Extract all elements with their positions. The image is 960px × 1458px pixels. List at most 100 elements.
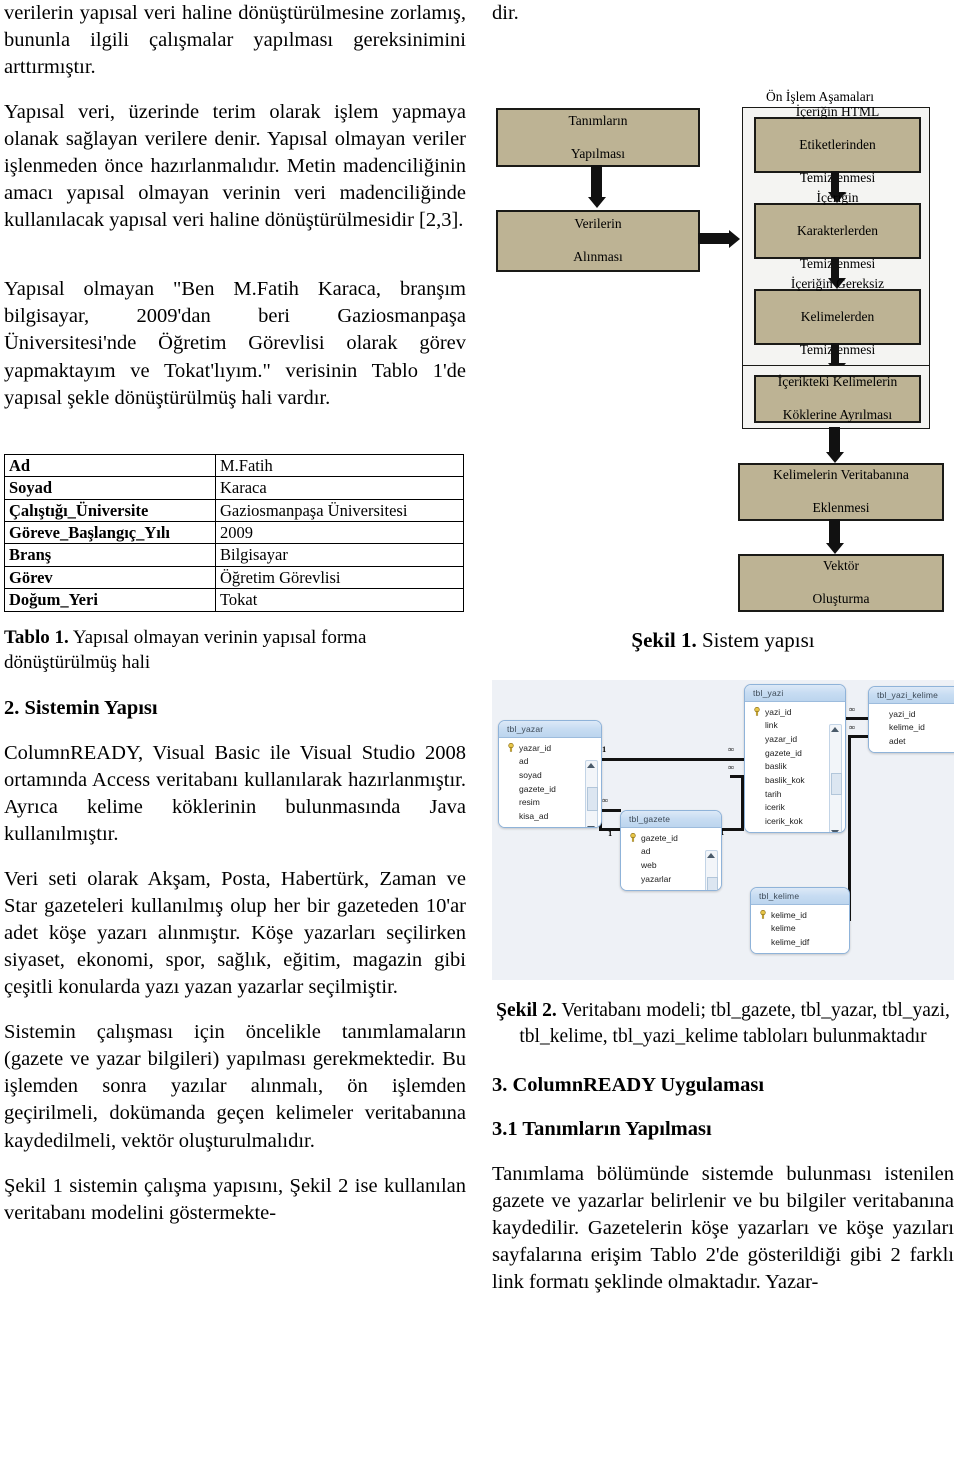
- relation-yazar-gazete-a: [599, 809, 621, 813]
- table-row: Göreve_Başlangıç_Yılı 2009: [4, 521, 464, 545]
- paragraph-right-bottom: Tanımlama bölümünde sistemde bulunması i…: [492, 1163, 954, 1294]
- table-cell-value: Tokat: [215, 588, 464, 612]
- key-icon: [753, 707, 761, 716]
- flow-box-line: Alınması: [573, 249, 623, 265]
- cardinality-label: ∞: [728, 744, 735, 755]
- table-cell-value: M.Fatih: [215, 453, 464, 478]
- arrow-shaft-down-1: [591, 165, 602, 200]
- arrow-shaft-down-6: [829, 519, 840, 546]
- key-icon: [629, 833, 637, 842]
- flow-box-line: Etiketlerinden: [799, 136, 876, 152]
- flow-box-icerigin-gereksiz-kelimelerden-temizlenmesi: İçeriğin Gereksiz Kelimelerden Temizlenm…: [754, 276, 921, 357]
- table-row: Branş Bilgisayar: [4, 543, 464, 567]
- er-table-title: tbl_kelime: [751, 888, 849, 906]
- tablo-1-caption: Tablo 1. Yapısal olmayan verinin yapısal…: [4, 626, 466, 675]
- table-cell-key: Görev: [4, 565, 216, 590]
- table-cell-value: 2009: [215, 521, 464, 545]
- spacer-right-3: [492, 980, 954, 998]
- heading-2-sistemin-yapisi: 2. Sistemin Yapısı: [4, 697, 158, 720]
- left-column: verilerin yapısal veri haline dönüştürül…: [4, 0, 466, 1227]
- flow-box-line: İçeriğin HTML: [795, 103, 880, 119]
- cardinality-label: ∞: [602, 795, 609, 806]
- cardinality-label: ∞: [849, 722, 856, 733]
- er-table-tbl_kelime[interactable]: tbl_kelime kelime_id kelime kelime_idf: [750, 887, 850, 955]
- scroll-up-arrow-icon[interactable]: [707, 853, 715, 859]
- cardinality-label: 1: [602, 744, 607, 755]
- scrollbar-thumb[interactable]: [707, 877, 718, 890]
- table-cell-key: Soyad: [4, 476, 216, 500]
- scroll-down-arrow-icon[interactable]: [587, 826, 595, 828]
- paragraph-4: ColumnREADY, Visual Basic ile Visual Stu…: [4, 741, 466, 846]
- spacer-left-1: [4, 252, 466, 276]
- table-cell-key: Branş: [4, 543, 216, 567]
- flow-box-verilerin-alinmasi: Verilerin Alınması: [496, 210, 700, 273]
- table-cell-key: Ad: [4, 453, 216, 478]
- er-table-tbl_yazi[interactable]: tbl_yazi yazi_id link yazar_id gazete_id basl…: [744, 684, 846, 833]
- sekil-1-caption: Şekil 1. Sistem yapısı: [492, 627, 954, 654]
- table-row: Doğum_Yeri Tokat: [4, 588, 464, 612]
- table-row: Soyad Karaca: [4, 476, 464, 500]
- er-table-title: tbl_yazi: [745, 685, 845, 703]
- scrollbar[interactable]: [705, 850, 718, 890]
- scroll-up-arrow-icon[interactable]: [587, 763, 595, 769]
- right-column: dir. Ön İşlem Aşamaları Tanımların Yapıl…: [492, 0, 954, 1296]
- sekil-1-flowchart: Ön İşlem Aşamaları Tanımların Yapılması …: [492, 45, 954, 613]
- arrow-shaft-down-4: [831, 343, 839, 366]
- paragraph-6: Sistemin çalışması için öncelikle tanıml…: [4, 1021, 466, 1152]
- scrollbar[interactable]: [829, 724, 842, 832]
- arrow-head-down-5: [825, 452, 844, 464]
- paragraph-2: Yapısal veri, üzerinde terim olarak işle…: [4, 101, 466, 232]
- scrollbar[interactable]: [585, 760, 598, 828]
- er-table-tbl_yazi_kelime[interactable]: tbl_yazi_kelime yazi_id kelime_id adet: [868, 686, 954, 754]
- heading-3-columnready-uygulamasi: 3. ColumnREADY Uygulaması: [492, 1073, 765, 1096]
- paragraph-continuation-dir: dir.: [492, 2, 519, 24]
- spacer-left-3: [4, 675, 466, 695]
- scrollbar-thumb[interactable]: [831, 773, 842, 796]
- sekil-1-caption-label: Şekil 1.: [631, 628, 697, 653]
- er-table-title: tbl_gazete: [621, 811, 721, 829]
- flow-box-line: Vektör: [823, 558, 859, 574]
- paragraph-1: verilerin yapısal veri haline dönüştürül…: [4, 2, 466, 79]
- flow-box-line: Kelimelerden: [800, 308, 875, 324]
- spacer-right-2: [492, 654, 954, 680]
- er-field: kelime_idf: [771, 937, 810, 948]
- er-table-tbl_gazete[interactable]: tbl_gazete gazete_id ad web yazarlar: [620, 810, 722, 891]
- flow-box-icerigin-html-etiketlerinden-temizlenmesi: İçeriğin HTML Etiketlerinden Temizlenmes…: [754, 104, 921, 185]
- er-table-fields: yazi_id link yazar_id gazete_id baslik baslik…: [745, 702, 845, 832]
- er-field: yazi_id: [889, 708, 916, 719]
- er-table-fields: kelime_id kelime kelime_idf: [751, 905, 849, 954]
- flow-box-line: Köklerine Ayrılması: [782, 407, 893, 423]
- er-field: gazete_id: [621, 831, 721, 845]
- table-cell-value: Öğretim Görevlisi: [215, 565, 464, 590]
- flow-box-line: Verilerin: [574, 216, 622, 232]
- flow-box-line: Kelimelerin Veritabanına: [773, 467, 909, 483]
- flow-box-line: İçeriğin Gereksiz: [790, 275, 885, 291]
- tablo-1-caption-label: Tablo 1.: [4, 626, 69, 648]
- sekil-2-caption-label: Şekil 2.: [496, 1000, 557, 1022]
- flow-box-line: Tanımların: [568, 112, 628, 128]
- relation-kelime-yazikelime-a: [848, 735, 868, 739]
- flow-box-line: İçeriğin: [816, 189, 859, 205]
- arrow-shaft-down-5: [829, 427, 840, 455]
- scrollbar-thumb[interactable]: [587, 787, 598, 812]
- table-cell-value: Karaca: [215, 476, 464, 500]
- er-field: kelime_id: [751, 908, 849, 922]
- er-table-fields: yazar_id ad soyad gazete_id resim kisa_ad: [499, 738, 601, 828]
- er-table-fields: yazi_id kelime_id adet: [869, 704, 954, 753]
- flow-box-vektor-olusturma: Vektör Oluşturma: [738, 554, 944, 613]
- key-icon: [507, 743, 515, 752]
- flow-box-line: Oluşturma: [812, 591, 870, 607]
- scroll-up-arrow-icon[interactable]: [831, 727, 839, 733]
- er-field: yazar_id: [499, 741, 601, 755]
- flow-box-tanimlarin-yapilmasi: Tanımların Yapılması: [496, 108, 700, 168]
- sekil-2-er-diagram: 1 ∞ ∞ 1 ∞ 1 1 ∞ ∞ 1 tbl_yazaryazar_idads…: [492, 680, 954, 981]
- er-table-tbl_yazar[interactable]: tbl_yazar yazar_id ad soyad gazete_id resim ki…: [498, 720, 602, 829]
- arrow-head-down-1: [587, 197, 606, 209]
- flow-box-kelimelerin-veritabanina-eklenmesi: Kelimelerin Veritabanına Eklenmesi: [738, 463, 944, 522]
- er-field: adet: [889, 736, 906, 747]
- er-field: kelime: [771, 923, 796, 934]
- scroll-down-arrow-icon[interactable]: [831, 830, 839, 832]
- flow-box-icerikteki-kelimelerin-koklerine-ayrilmasi: İçerikteki Kelimelerin Köklerine Ayrılma…: [754, 374, 921, 424]
- flow-box-line: İçerikteki Kelimelerin: [777, 374, 898, 390]
- table-cell-key: Çalıştığı_Üniversite: [4, 498, 216, 523]
